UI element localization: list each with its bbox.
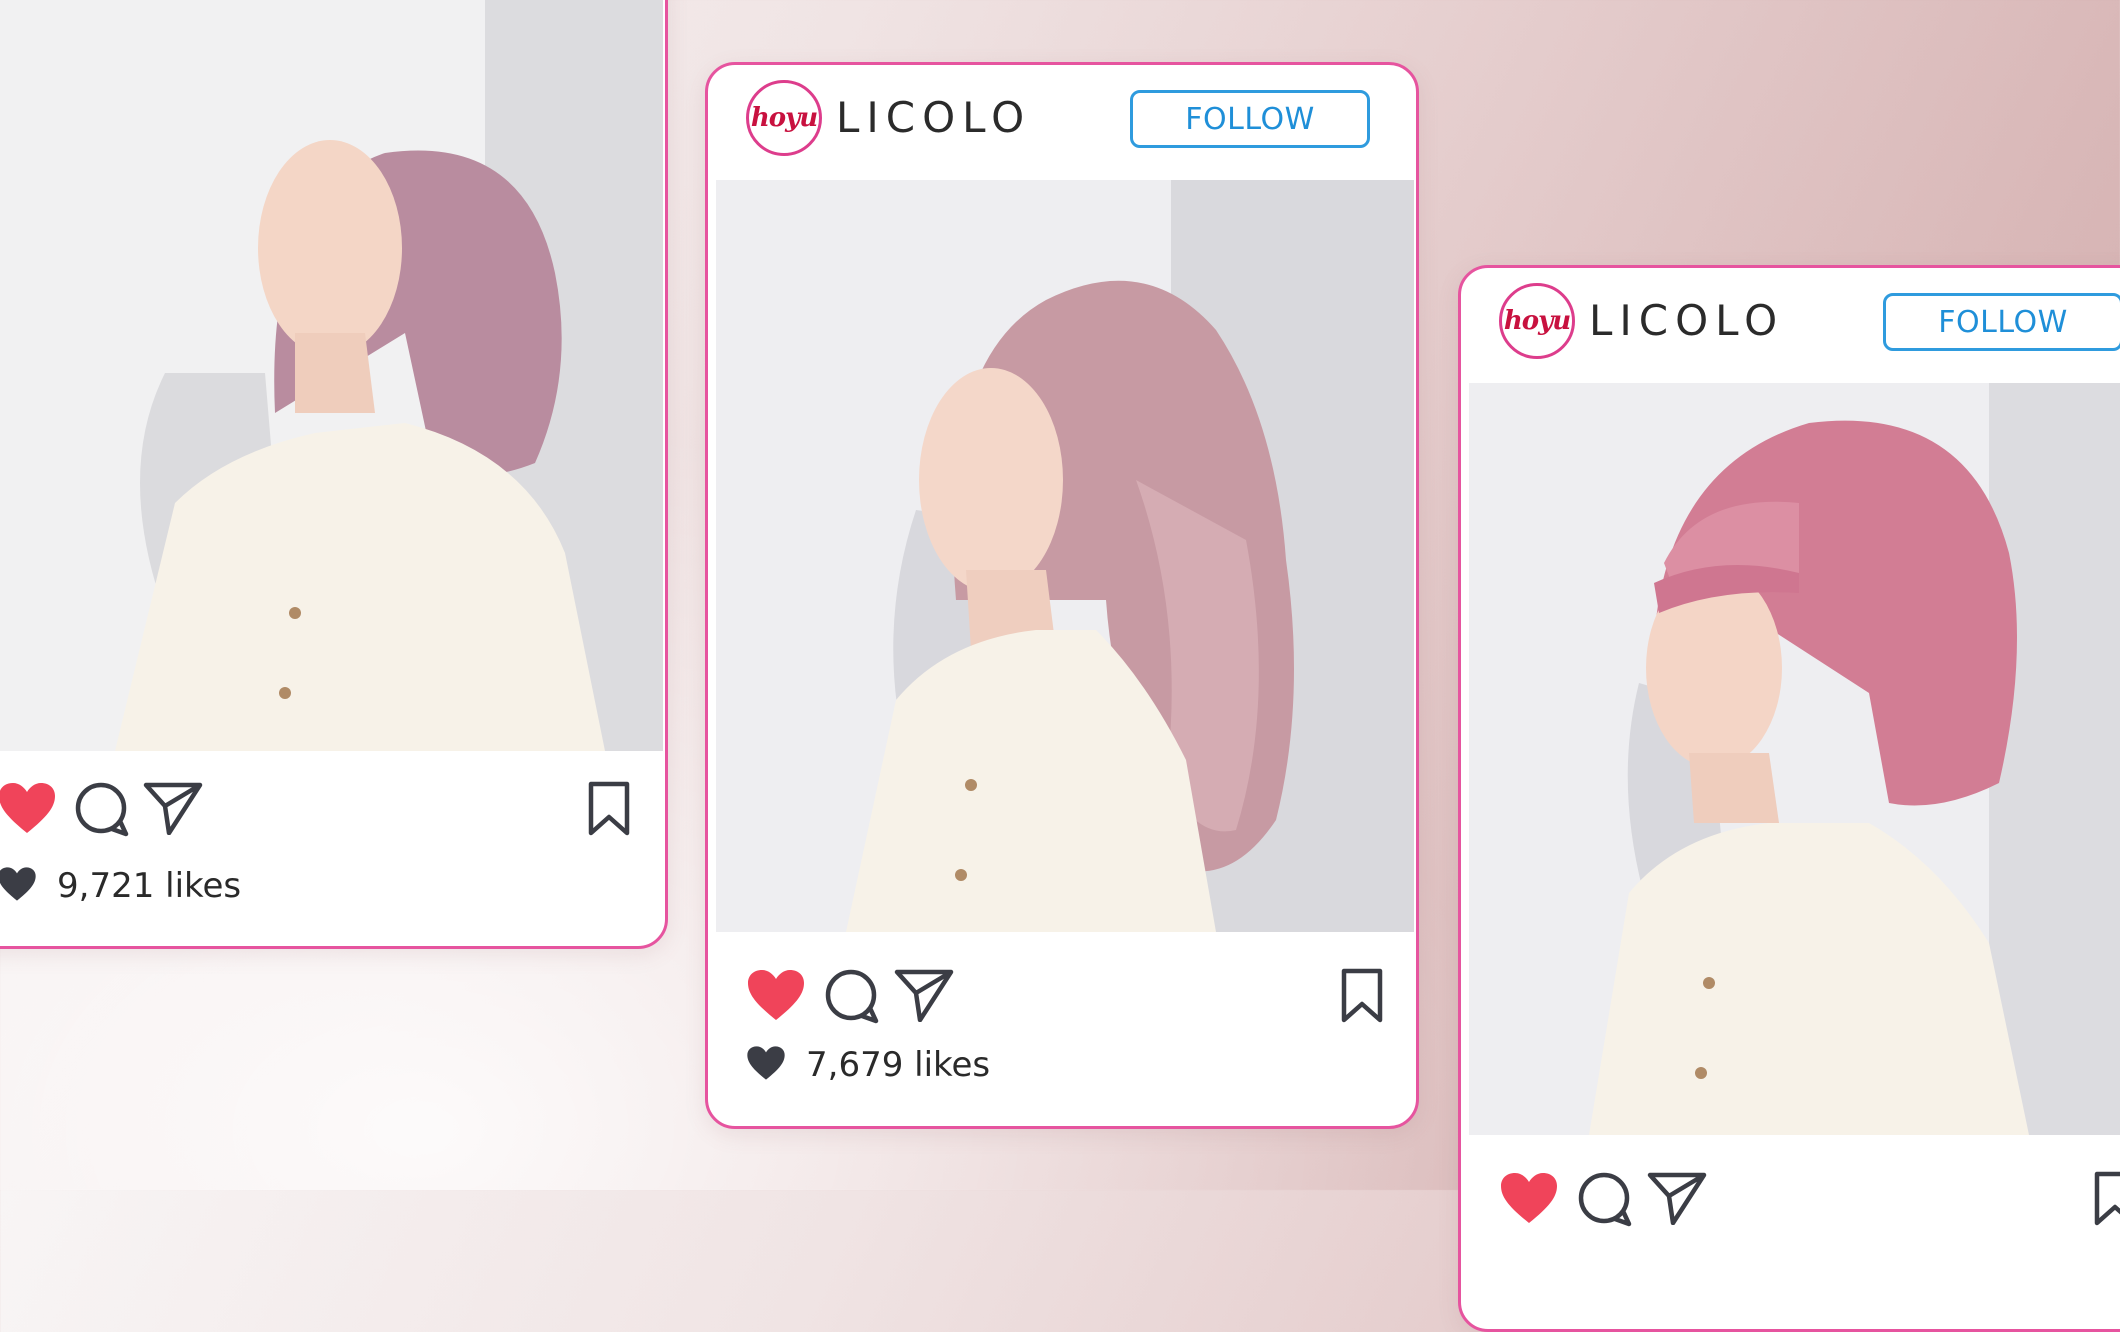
heart-icon[interactable] [1499,1171,1559,1229]
send-icon[interactable] [894,968,954,1026]
photo-illustration [1469,383,2120,1135]
follow-button[interactable]: FOLLOW [1883,293,2120,351]
post-card-center: hoyu LICOLO FOLLOW 7,679 likes [705,62,1419,1129]
likes-count[interactable]: 9,721 likes [57,866,241,906]
post-actions: 7,679 likes [708,932,1416,1126]
likes-row: 7,679 likes [746,1040,990,1090]
send-icon[interactable] [143,781,203,839]
follow-button[interactable]: FOLLOW [1130,90,1370,148]
post-card-left: 9,721 likes [0,0,668,949]
post-card-right: hoyu LICOLO FOLLOW [1458,265,2120,1332]
post-header: hoyu LICOLO FOLLOW [708,65,1416,177]
brand-name[interactable]: LICOLO [836,93,1031,142]
post-actions: 9,721 likes [0,751,665,946]
small-heart-icon [0,866,37,906]
brand-logo-text: hoyu [1503,306,1571,336]
post-photo[interactable] [1469,383,2120,1135]
post-photo[interactable] [716,180,1414,932]
likes-row: 9,721 likes [0,861,241,911]
post-actions [1461,1135,2120,1329]
small-heart-icon [746,1045,786,1085]
brand-logo[interactable]: hoyu [746,80,822,156]
likes-count[interactable]: 7,679 likes [806,1045,990,1085]
brand-logo[interactable]: hoyu [1499,283,1575,359]
heart-icon[interactable] [0,781,57,839]
brand-name[interactable]: LICOLO [1589,296,1784,345]
bookmark-icon[interactable] [2093,1171,2120,1231]
heart-icon[interactable] [746,968,806,1026]
bookmark-icon[interactable] [1340,968,1384,1028]
photo-illustration [716,180,1414,932]
brand-logo-text: hoyu [750,103,818,133]
photo-illustration [0,0,663,751]
comment-icon[interactable] [74,781,130,841]
comment-icon[interactable] [824,968,880,1028]
bookmark-icon[interactable] [587,781,631,841]
post-header: hoyu LICOLO FOLLOW [1461,268,2120,380]
post-photo[interactable] [0,0,663,751]
comment-icon[interactable] [1577,1171,1633,1231]
send-icon[interactable] [1647,1171,1707,1229]
